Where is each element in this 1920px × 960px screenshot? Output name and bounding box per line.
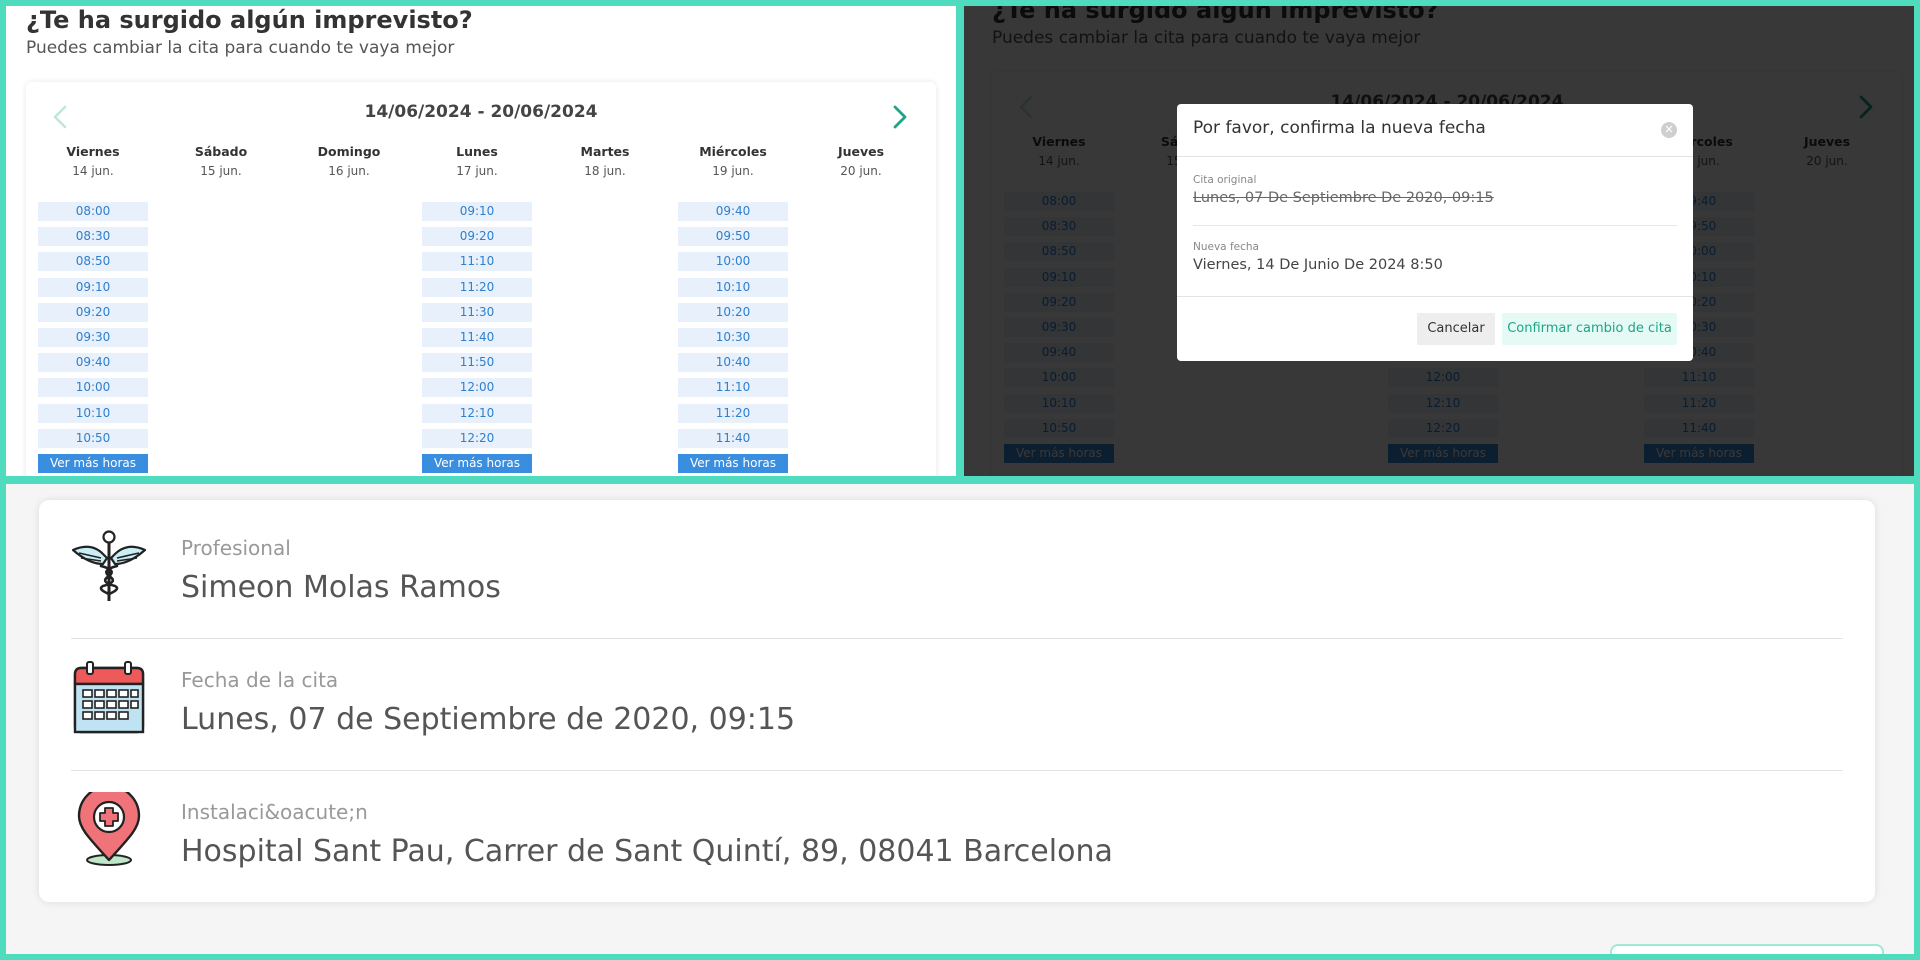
- day-column: Sábado 15 jun.: [161, 144, 281, 178]
- slot-list: 09:40 09:50 10:00 10:10 10:20 10:30 10:40 11:10…: [678, 202, 788, 473]
- scheduler: ¿Te ha surgido algún imprevisto? Puedes …: [6, 6, 956, 476]
- time-slot-button[interactable]: 08:30: [38, 227, 148, 247]
- close-icon[interactable]: ✕: [1661, 122, 1677, 138]
- day-column: Domingo 16 jun.: [289, 144, 409, 178]
- time-slot-button[interactable]: 09:10: [38, 277, 148, 297]
- more-hours-button[interactable]: Ver más horas: [38, 453, 148, 473]
- day-name: Jueves: [837, 144, 885, 159]
- time-slot-button[interactable]: 12:10: [422, 403, 532, 423]
- time-slot-button[interactable]: 09:30: [38, 327, 148, 347]
- day-name: Domingo: [317, 144, 381, 159]
- cancel-button[interactable]: Cancelar: [1417, 313, 1495, 345]
- more-hours-button[interactable]: Ver más horas: [422, 453, 532, 473]
- dialog-footer-divider: [1177, 296, 1693, 297]
- dialog-header: Por favor, confirma la nueva fecha ✕: [1177, 104, 1693, 157]
- time-slot-button[interactable]: 10:30: [678, 327, 788, 347]
- day-date: 17 jun.: [456, 164, 498, 178]
- day-name: Miércoles: [699, 144, 767, 159]
- time-slot-button[interactable]: 12:00: [422, 378, 532, 398]
- time-slot-button[interactable]: 10:00: [38, 378, 148, 398]
- calendar-icon: [71, 660, 147, 736]
- location-label: Instalaci&oacute;n: [181, 800, 368, 824]
- location-row: Instalaci&oacute;n Hospital Sant Pau, Ca…: [71, 764, 1843, 896]
- day-date: 16 jun.: [328, 164, 370, 178]
- time-slot-button[interactable]: 11:50: [422, 353, 532, 373]
- day-name: Sábado: [194, 144, 248, 159]
- confirm-panel: ¿Te ha surgido algún imprevisto? Puedes …: [964, 6, 1914, 476]
- chevron-right-icon[interactable]: [884, 102, 914, 132]
- time-slot-button[interactable]: 12:20: [422, 428, 532, 448]
- time-slot-button[interactable]: 11:10: [422, 252, 532, 272]
- slot-list: 08:00 08:30 08:50 09:10 09:20 09:30 09:40 10:00…: [38, 202, 148, 473]
- time-slot-button[interactable]: 10:00: [678, 252, 788, 272]
- day-date: 18 jun.: [584, 164, 626, 178]
- time-slot-button[interactable]: 09:40: [38, 353, 148, 373]
- day-name: Martes: [580, 144, 630, 159]
- date-label: Fecha de la cita: [181, 668, 339, 692]
- confirm-dialog: Por favor, confirma la nueva fecha ✕ Cit…: [1177, 104, 1693, 361]
- day-date: 14 jun.: [72, 164, 114, 178]
- time-slot-button[interactable]: 11:40: [678, 428, 788, 448]
- appointment-details-card: Profesional Simeon Molas Ramos Fecha de …: [39, 500, 1875, 902]
- time-slot-button[interactable]: 10:20: [678, 302, 788, 322]
- bottom-right-button[interactable]: [1610, 944, 1884, 954]
- appointment-date: Lunes, 07 de Septiembre de 2020, 09:15: [181, 702, 796, 737]
- day-date: 20 jun.: [840, 164, 882, 178]
- original-date-value: Lunes, 07 De Septiembre De 2020, 09:15: [1193, 190, 1494, 206]
- time-slot-button[interactable]: 11:30: [422, 302, 532, 322]
- time-slot-button[interactable]: 10:10: [38, 403, 148, 423]
- slot-list: 09:10 09:20 11:10 11:20 11:30 11:40 11:50 12:00…: [422, 202, 532, 473]
- dialog-divider: [1193, 225, 1677, 226]
- scheduler-panel: ¿Te ha surgido algún imprevisto? Puedes …: [6, 6, 956, 476]
- time-slot-button[interactable]: 09:20: [422, 227, 532, 247]
- location-pin-cross-icon: [71, 784, 147, 868]
- page-subtitle: Puedes cambiar la cita para cuando te va…: [26, 38, 455, 58]
- time-slot-button[interactable]: 11:10: [678, 378, 788, 398]
- day-column: Jueves 20 jun.: [801, 144, 921, 178]
- professional-label: Profesional: [181, 536, 291, 560]
- time-slot-button[interactable]: 09:50: [678, 227, 788, 247]
- appointment-details-panel: Profesional Simeon Molas Ramos Fecha de …: [6, 484, 1914, 954]
- dialog-title: Por favor, confirma la nueva fecha: [1193, 118, 1486, 138]
- original-date-label: Cita original: [1193, 174, 1257, 186]
- date-row: Fecha de la cita Lunes, 07 de Septiembre…: [71, 632, 1843, 764]
- day-column: Lunes 17 jun.: [417, 144, 537, 178]
- day-column: Miércoles 19 jun.: [673, 144, 793, 178]
- day-date: 15 jun.: [200, 164, 242, 178]
- time-slot-button[interactable]: 10:10: [678, 277, 788, 297]
- day-column: Viernes 14 jun.: [33, 144, 153, 178]
- caduceus-icon: [71, 528, 147, 604]
- professional-row: Profesional Simeon Molas Ramos: [71, 500, 1843, 632]
- time-slot-button[interactable]: 09:40: [678, 202, 788, 221]
- time-slot-button[interactable]: 10:50: [38, 428, 148, 448]
- time-slot-button[interactable]: 11:20: [422, 277, 532, 297]
- time-slot-button[interactable]: 09:10: [422, 202, 532, 221]
- new-date-label: Nueva fecha: [1193, 241, 1259, 253]
- confirm-change-button[interactable]: Confirmar cambio de cita: [1502, 313, 1677, 345]
- location-address: Hospital Sant Pau, Carrer de Sant Quintí…: [181, 834, 1113, 869]
- new-date-value: Viernes, 14 De Junio De 2024 8:50: [1193, 257, 1443, 273]
- time-slot-button[interactable]: 11:40: [422, 327, 532, 347]
- day-column: Martes 18 jun.: [545, 144, 665, 178]
- professional-name: Simeon Molas Ramos: [181, 570, 501, 605]
- time-slot-button[interactable]: 11:20: [678, 403, 788, 423]
- day-name: Lunes: [456, 144, 498, 159]
- more-hours-button[interactable]: Ver más horas: [678, 453, 788, 473]
- date-range-label: 14/06/2024 - 20/06/2024: [364, 102, 598, 122]
- day-name: Viernes: [66, 144, 120, 159]
- day-date: 19 jun.: [712, 164, 754, 178]
- calendar-card: 14/06/2024 - 20/06/2024 Viernes 14 jun. 08…: [26, 82, 936, 476]
- page-title: ¿Te ha surgido algún imprevisto?: [26, 6, 473, 34]
- time-slot-button[interactable]: 10:40: [678, 353, 788, 373]
- time-slot-button[interactable]: 08:00: [38, 202, 148, 221]
- time-slot-button[interactable]: 08:50: [38, 252, 148, 272]
- time-slot-button[interactable]: 09:20: [38, 302, 148, 322]
